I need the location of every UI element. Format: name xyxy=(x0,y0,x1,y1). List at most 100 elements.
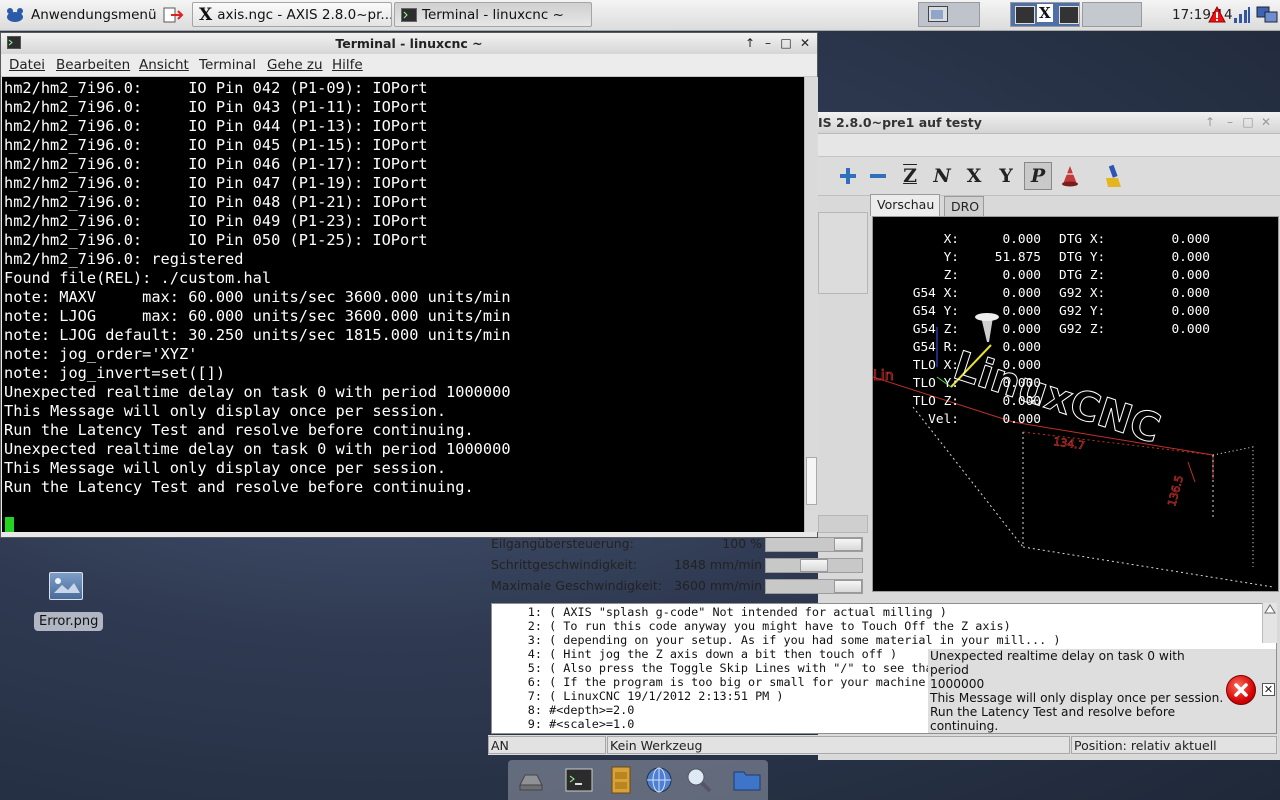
error-line-2: 1000000 xyxy=(930,677,985,691)
error-line-4: Run the Latency Test and resolve before xyxy=(930,705,1176,719)
gcode-line-number: 4: xyxy=(527,647,542,661)
terminal-scroll-thumb[interactable] xyxy=(806,457,817,505)
view-z2-button[interactable]: N xyxy=(928,162,956,190)
menu-ansicht[interactable]: Ansicht xyxy=(139,57,189,73)
zoom-in-button[interactable] xyxy=(834,162,862,190)
terminal-line: hm2/hm2_7i96.0: IO Pin 049 (P1-23): IOPo… xyxy=(4,212,428,230)
gcode-line[interactable]: 8: #<depth>=2.0 xyxy=(492,703,635,717)
storage-icon[interactable] xyxy=(516,765,546,795)
terminal-titlebar[interactable]: Terminal - linuxcnc ~ ↑ – □ ✕ xyxy=(1,33,817,55)
menu-gehe-zu[interactable]: Gehe zu xyxy=(267,57,323,73)
terminal-line: note: LJOG default: 30.250 units/sec 181… xyxy=(4,326,511,344)
terminal-screen[interactable]: hm2/hm2_7i96.0: IO Pin 042 (P1-09): IOPo… xyxy=(2,77,804,532)
gcode-line[interactable]: 9: #<scale>=1.0 xyxy=(492,717,635,731)
axis-minimize-button[interactable]: – xyxy=(1222,114,1238,130)
override-slider[interactable] xyxy=(765,537,863,552)
task-terminal[interactable]: Terminal - linuxcnc ~ xyxy=(394,2,592,27)
workspace-3[interactable] xyxy=(1082,2,1142,27)
left-panel-scroll[interactable] xyxy=(818,515,868,533)
terminal-close-button[interactable]: ✕ xyxy=(797,35,813,51)
menu-bearbeiten[interactable]: Bearbeiten xyxy=(56,57,130,73)
menu-terminal[interactable]: Terminal xyxy=(199,57,256,73)
terminal-icon[interactable] xyxy=(564,765,594,795)
axis-menubar xyxy=(818,134,1280,157)
file-cabinet-icon[interactable] xyxy=(606,765,636,795)
dro-right-label: DTG Y: xyxy=(1059,250,1106,265)
terminal-line: hm2/hm2_7i96.0: IO Pin 045 (P1-15): IOPo… xyxy=(4,136,428,154)
rotate-view-button[interactable] xyxy=(1056,162,1084,190)
task-axis[interactable]: X axis.ngc - AXIS 2.8.0~pr... xyxy=(192,2,392,27)
override-panel: Eilgangübersteuerung: 100 % Schrittgeschwi… xyxy=(488,535,868,597)
network-computers-icon[interactable] xyxy=(1256,6,1278,24)
dock xyxy=(508,760,768,800)
dro-left-label: Y: xyxy=(943,250,959,265)
gcode-line-number: 8: xyxy=(527,703,542,717)
dro-left-value: 0.000 xyxy=(1002,322,1041,337)
axis-titlebar[interactable]: IS 2.8.0~pre1 auf testy ↑ – □ ✕ xyxy=(818,112,1280,134)
dro-left-label: G54 R: xyxy=(912,340,959,355)
top-panel: Anwendungsmenü X axis.ngc - AXIS 2.8.0~p… xyxy=(0,0,1280,31)
axis-close-button[interactable]: ✕ xyxy=(1258,114,1274,130)
view-y-button[interactable]: Y xyxy=(992,162,1020,190)
terminal-up-button[interactable]: ↑ xyxy=(742,35,758,51)
scroll-up-icon xyxy=(1264,604,1276,614)
workspace-terminal-icon xyxy=(1015,6,1035,24)
dro-right-value: 0.000 xyxy=(1171,304,1210,319)
gcode-scrollbar[interactable] xyxy=(1262,603,1277,643)
axis-maximize-button[interactable]: □ xyxy=(1240,114,1256,130)
terminal-line: hm2/hm2_7i96.0: IO Pin 047 (P1-19): IOPo… xyxy=(4,174,428,192)
menu-hilfe[interactable]: Hilfe xyxy=(332,57,363,73)
override-slider[interactable] xyxy=(765,558,863,573)
folder-icon[interactable] xyxy=(732,765,762,795)
terminal-minimize-button[interactable]: – xyxy=(760,35,776,51)
clear-plot-button[interactable] xyxy=(1100,162,1128,190)
view-x-button[interactable]: X xyxy=(960,162,988,190)
minus-icon xyxy=(870,174,886,178)
warning-icon[interactable] xyxy=(1208,6,1226,24)
axis-up-button[interactable]: ↑ xyxy=(1202,114,1218,130)
override-slider[interactable] xyxy=(765,579,863,594)
slider-knob[interactable] xyxy=(834,538,862,551)
slider-knob[interactable] xyxy=(800,559,828,572)
app-menu-button[interactable]: Anwendungsmenü xyxy=(4,2,157,27)
gcode-line[interactable]: 7: ( LinuxCNC 19/1/2012 2:13:51 PM ) xyxy=(492,689,784,703)
message-close-button[interactable]: ✕ xyxy=(1262,683,1275,696)
gcode-line-text: #<depth>=2.0 xyxy=(542,703,635,717)
gcode-line[interactable]: 1: ( AXIS "splash g-code" Not intended f… xyxy=(492,605,947,619)
web-browser-icon[interactable] xyxy=(644,765,674,795)
terminal-scrollbar[interactable] xyxy=(804,77,818,532)
slider-knob[interactable] xyxy=(834,580,862,593)
dro-left-value: 0.000 xyxy=(1002,340,1041,355)
dro-right-value: 0.000 xyxy=(1171,286,1210,301)
dro-left-value: 0.000 xyxy=(1002,232,1041,247)
dro-right-value: 0.000 xyxy=(1171,250,1210,265)
network-signal-icon[interactable] xyxy=(1233,6,1251,24)
override-row: Schrittgeschwindigkeit: 1848 mm/min xyxy=(488,556,868,575)
terminal-maximize-button[interactable]: □ xyxy=(778,35,794,51)
terminal-line: note: jog_invert=set([]) xyxy=(4,364,226,382)
clear-plot-icon xyxy=(1106,164,1121,187)
dro-left-value: 0.000 xyxy=(1002,394,1041,409)
workspace-2[interactable]: X xyxy=(1010,2,1080,27)
dro-left-label: TLO X: xyxy=(912,358,959,373)
gcode-line[interactable]: 5: ( Also press the Toggle Skip Lines wi… xyxy=(492,661,933,675)
override-value: 3600 mm/min xyxy=(674,578,762,593)
dro-left-value: 51.875 xyxy=(994,250,1041,265)
terminal-line: Unexpected realtime delay on task 0 with… xyxy=(4,440,511,458)
preview-canvas[interactable]: LinuxCNC Lin 134.7 136.5 X: 0.000 Y: 51.875… xyxy=(872,216,1279,592)
gcode-line-number: 5: xyxy=(527,661,542,675)
gcode-line[interactable]: 3: ( depending on your setup. As if you … xyxy=(492,633,1061,647)
tab-dro[interactable]: DRO xyxy=(944,196,984,216)
view-z-button[interactable]: Z xyxy=(896,162,924,190)
search-icon[interactable] xyxy=(684,765,714,795)
gcode-line[interactable]: 2: ( To run this code anyway you might h… xyxy=(492,619,1011,633)
zoom-out-button[interactable] xyxy=(864,162,892,190)
workspace-1[interactable] xyxy=(918,2,980,27)
show-desktop-button[interactable] xyxy=(162,2,186,27)
gcode-line[interactable]: 4: ( Hint jog the Z axis down a bit then… xyxy=(492,647,897,661)
view-p-button[interactable]: P xyxy=(1024,162,1052,190)
gcode-line[interactable]: 6: ( If the program is too big or small … xyxy=(492,675,933,689)
menu-datei[interactable]: Datei xyxy=(9,57,45,73)
tab-vorschau[interactable]: Vorschau xyxy=(870,194,940,216)
status-machine-state: AN xyxy=(488,736,606,754)
